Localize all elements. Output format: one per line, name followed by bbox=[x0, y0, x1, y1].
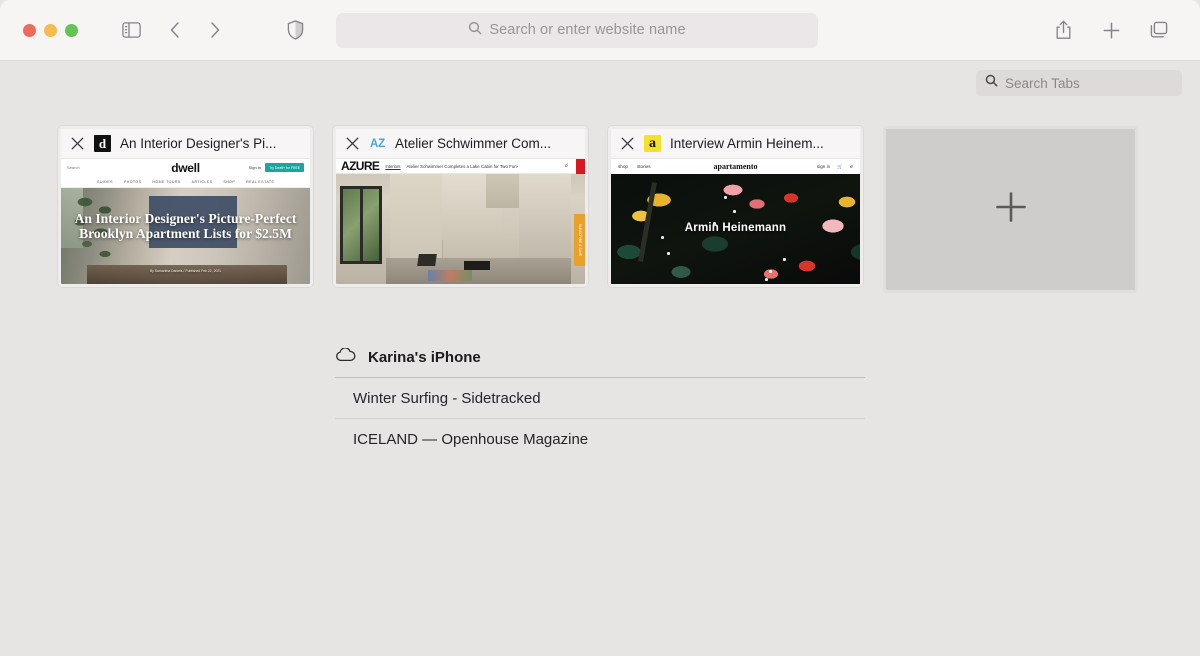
tab-card-header: d An Interior Designer's Pi... bbox=[61, 129, 310, 159]
forward-button[interactable] bbox=[200, 15, 230, 45]
back-button[interactable] bbox=[160, 15, 190, 45]
tab-card-header: AZ Atelier Schwimmer Com... bbox=[336, 129, 585, 159]
safari-window: Search or enter website name Search Tabs… bbox=[0, 0, 1200, 656]
apartamento-hero-image: Armin Heinemann bbox=[611, 174, 860, 284]
search-icon: ☌ bbox=[849, 163, 853, 169]
hero-dot bbox=[783, 258, 786, 261]
hero-window-frame bbox=[340, 186, 382, 264]
hero-dot bbox=[769, 270, 772, 273]
hero-fireplace bbox=[464, 261, 490, 270]
dwell-nav-item: SHOP bbox=[223, 179, 236, 184]
tab-title: Interview Armin Heinem... bbox=[670, 136, 824, 151]
tab-title: Atelier Schwimmer Com... bbox=[395, 136, 552, 151]
azure-site-header: AZURE Interiors Atelier Schwimmer Comple… bbox=[336, 159, 585, 174]
dwell-nav-item: REAL ESTATE bbox=[246, 179, 275, 184]
azure-logo: AZURE bbox=[341, 159, 380, 173]
search-icon bbox=[468, 21, 482, 40]
icloud-tabs-section: Karina's iPhone Winter Surfing - Sidetra… bbox=[335, 347, 865, 459]
hero-dot bbox=[765, 278, 768, 281]
dwell-nav-item: ARTICLES bbox=[191, 179, 213, 184]
apartamento-signin-label: sign in bbox=[816, 164, 831, 169]
tab-card-header: a Interview Armin Heinem... bbox=[611, 129, 860, 159]
apartamento-header-right: sign in 🛒 ☌ bbox=[817, 164, 853, 170]
icloud-tab-row[interactable]: Winter Surfing - Sidetracked bbox=[335, 378, 865, 419]
azure-section-label: Interiors bbox=[385, 163, 401, 169]
tab-card-frame: AZ Atelier Schwimmer Com... AZURE Interi… bbox=[333, 126, 588, 287]
dwell-byline: By Samantha Daniels / Published Feb 22, … bbox=[149, 269, 222, 273]
hero-chair bbox=[417, 254, 437, 266]
dwell-headline: An Interior Designer's Picture-Perfect B… bbox=[74, 211, 297, 241]
dwell-logo: dwell bbox=[171, 160, 200, 175]
icloud-device-header: Karina's iPhone bbox=[335, 347, 865, 378]
tab-overview-icon[interactable] bbox=[1144, 15, 1174, 45]
minimize-window-button[interactable] bbox=[44, 23, 57, 37]
dwell-site-header: Search dwell Sign In Try Dwell+ for FREE bbox=[61, 159, 310, 176]
dwell-search-label: Search bbox=[67, 165, 80, 170]
hero-dot bbox=[724, 196, 727, 199]
azure-side-tab: SUBSCRIBE & SAVE bbox=[574, 214, 585, 266]
shield-icon[interactable] bbox=[280, 15, 310, 45]
close-icon[interactable] bbox=[70, 136, 85, 151]
tab-preview-apartamento[interactable]: shop stories apartamento sign in 🛒 ☌ Arm… bbox=[611, 159, 860, 284]
search-tabs-container: Search Tabs bbox=[976, 70, 1182, 96]
sidebar-icon[interactable] bbox=[116, 15, 146, 45]
apartamento-hero-title: Armin Heinemann bbox=[684, 222, 787, 234]
tab-preview-azure[interactable]: AZURE Interiors Atelier Schwimmer Comple… bbox=[336, 159, 585, 284]
plus-icon bbox=[994, 190, 1028, 229]
tab-card-dwell[interactable]: d An Interior Designer's Pi... Search dw… bbox=[58, 126, 313, 293]
apartamento-logo: apartamento bbox=[713, 162, 758, 171]
dwell-nav-item: PHOTOS bbox=[123, 179, 142, 184]
close-icon[interactable] bbox=[620, 136, 635, 151]
share-icon[interactable] bbox=[1048, 15, 1078, 45]
hero-dot bbox=[733, 210, 736, 213]
tab-grid: d An Interior Designer's Pi... Search dw… bbox=[58, 126, 1138, 293]
address-bar-placeholder: Search or enter website name bbox=[489, 22, 686, 38]
toolbar-right-group bbox=[1048, 15, 1174, 45]
azure-hero-image: SUBSCRIBE & SAVE bbox=[336, 174, 585, 284]
dwell-header-right: Sign In Try Dwell+ for FREE bbox=[249, 163, 304, 172]
favicon-dwell: d bbox=[94, 135, 111, 152]
tab-card-azure[interactable]: AZ Atelier Schwimmer Com... AZURE Interi… bbox=[333, 126, 588, 293]
azure-red-tab bbox=[576, 159, 585, 174]
new-tab-card[interactable] bbox=[883, 126, 1138, 293]
search-tabs-input[interactable]: Search Tabs bbox=[976, 70, 1182, 96]
search-icon bbox=[985, 74, 998, 92]
icloud-device-name: Karina's iPhone bbox=[368, 349, 481, 366]
tab-title: An Interior Designer's Pi... bbox=[120, 136, 277, 151]
close-icon[interactable] bbox=[345, 136, 360, 151]
close-window-button[interactable] bbox=[23, 23, 36, 37]
cart-icon: 🛒 bbox=[837, 163, 843, 169]
hero-dot bbox=[661, 236, 664, 239]
cloud-icon bbox=[335, 347, 356, 367]
apartamento-nav-stories: stories bbox=[636, 164, 651, 169]
hero-dot bbox=[667, 252, 670, 255]
hero-rug bbox=[428, 270, 472, 281]
dwell-cta-button: Try Dwell+ for FREE bbox=[265, 163, 304, 172]
apartamento-site-header: shop stories apartamento sign in 🛒 ☌ bbox=[611, 159, 860, 174]
icloud-tab-row[interactable]: ICELAND — Openhouse Magazine bbox=[335, 419, 865, 459]
dwell-hero-image: An Interior Designer's Picture-Perfect B… bbox=[61, 188, 310, 284]
apartamento-nav-shop: shop bbox=[618, 164, 628, 169]
toolbar-navigation-group bbox=[160, 15, 230, 45]
tab-card-apartamento[interactable]: a Interview Armin Heinem... shop stories… bbox=[608, 126, 863, 293]
tab-preview-dwell[interactable]: Search dwell Sign In Try Dwell+ for FREE… bbox=[61, 159, 310, 284]
azure-headline: Atelier Schwimmer Completes a Lake Cabin… bbox=[406, 163, 519, 169]
search-tabs-placeholder: Search Tabs bbox=[1005, 75, 1080, 91]
toolbar-left-group bbox=[116, 15, 146, 45]
hero-table bbox=[87, 265, 287, 284]
dwell-signin-label: Sign In bbox=[248, 165, 262, 170]
new-tab-button[interactable] bbox=[1096, 15, 1126, 45]
zoom-window-button[interactable] bbox=[65, 23, 78, 37]
tab-card-frame: a Interview Armin Heinem... shop stories… bbox=[608, 126, 863, 287]
favicon-azure: AZ bbox=[370, 137, 385, 150]
dwell-nav: GUIDES PHOTOS HOME TOURS ARTICLES SHOP R… bbox=[61, 176, 310, 188]
dwell-nav-item: HOME TOURS bbox=[152, 179, 181, 184]
address-bar[interactable]: Search or enter website name bbox=[336, 12, 818, 48]
azure-side-tab-label: SUBSCRIBE & SAVE bbox=[577, 223, 582, 257]
window-controls bbox=[23, 23, 78, 37]
browser-toolbar: Search or enter website name bbox=[0, 0, 1200, 61]
tab-card-frame: d An Interior Designer's Pi... Search dw… bbox=[58, 126, 313, 287]
dwell-nav-item: GUIDES bbox=[96, 179, 113, 184]
favicon-apartamento: a bbox=[644, 135, 661, 152]
